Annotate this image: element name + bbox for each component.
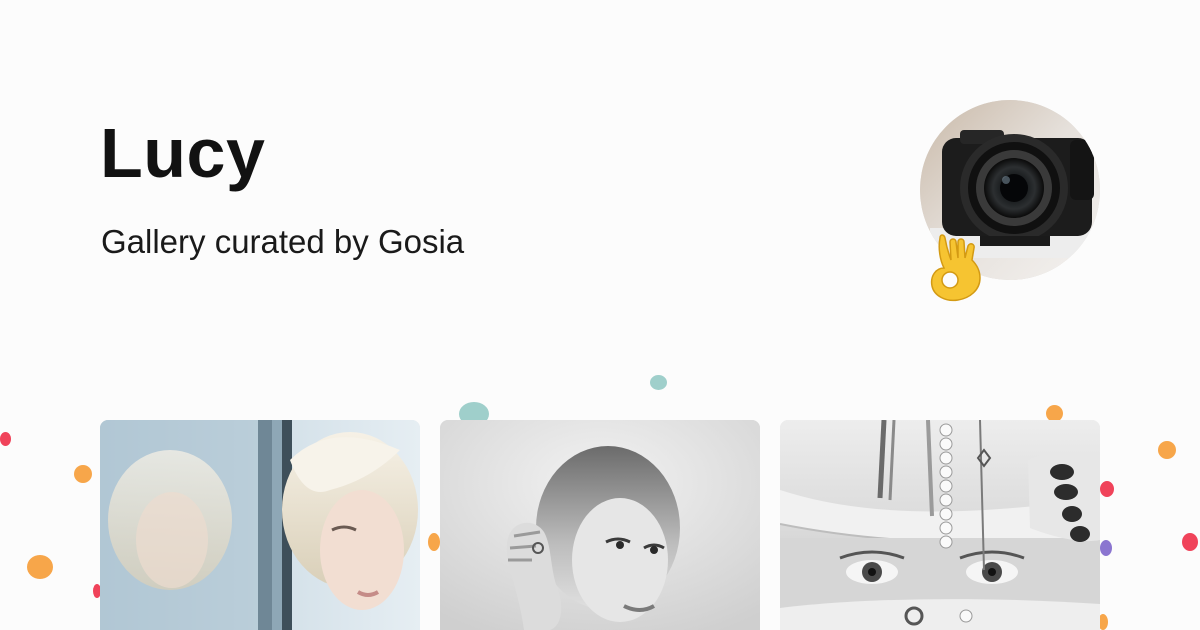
confetti-dot xyxy=(1182,533,1198,551)
photo-bracelets-eyes-icon xyxy=(780,420,1100,630)
confetti-dot xyxy=(428,533,440,551)
confetti-dot xyxy=(1100,540,1112,556)
page-title: Lucy xyxy=(100,114,266,192)
confetti-dot xyxy=(650,375,667,390)
photo-window-reflection-icon xyxy=(100,420,420,630)
gallery-photo-2[interactable] xyxy=(440,420,760,630)
confetti-dot xyxy=(1100,481,1114,497)
gallery-photo-1[interactable] xyxy=(100,420,420,630)
confetti-dot xyxy=(74,465,92,483)
confetti-dot xyxy=(1158,441,1176,459)
page-subtitle: Gallery curated by Gosia xyxy=(101,223,465,260)
photo-portrait-hand-icon xyxy=(440,420,760,630)
gallery-photo-3[interactable] xyxy=(780,420,1100,630)
confetti-dot xyxy=(0,432,11,446)
ok-hand-icon xyxy=(920,228,990,304)
confetti-dot xyxy=(27,555,53,579)
